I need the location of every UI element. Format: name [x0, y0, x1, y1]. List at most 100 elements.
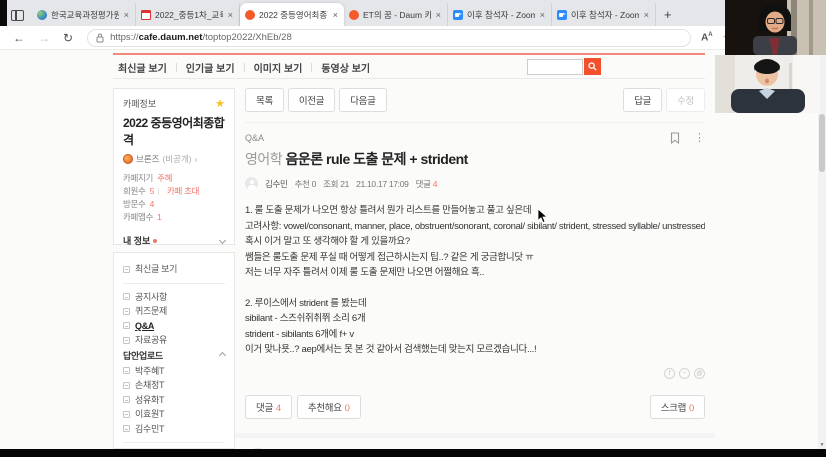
divider [123, 282, 225, 284]
tab-actions-icon[interactable] [11, 10, 24, 21]
refresh-icon[interactable]: ↻ [63, 31, 73, 45]
webcam-video-1[interactable] [725, 0, 826, 55]
bookmark-icon[interactable] [670, 131, 680, 144]
nav-popular-posts[interactable]: 인기글 보기 [186, 60, 235, 75]
board-teacher-3[interactable]: 성유화T [123, 393, 225, 408]
close-tab-icon[interactable]: × [332, 10, 339, 20]
board-notice[interactable]: 공지사항 [123, 290, 225, 305]
cafe-view-nav: 최신글 보기 인기글 보기 이미지 보기 동영상 보기 [118, 58, 705, 77]
more-options-icon[interactable]: ⋮ [694, 131, 705, 144]
comments-button[interactable]: 댓글 4 [245, 394, 292, 419]
like-button[interactable]: 추천해요 0 [296, 394, 361, 419]
browser-tab-bar: 한국교육과정평가원 × 2022_중등1차_교육학 (1).p × 2022 중… [0, 0, 826, 26]
prev-post-button[interactable]: 이전글 [287, 88, 336, 112]
tab-zoom-2[interactable]: 이후 참석자 - Zoom × [552, 3, 656, 26]
board-icon [123, 396, 130, 404]
scroll-down-arrow-icon[interactable]: ▼ [818, 442, 826, 448]
menu-label: 박주혜T [135, 365, 165, 376]
share-link-icon[interactable]: @ [694, 367, 705, 379]
chevron-right-icon[interactable]: › [195, 154, 198, 164]
board-teacher-1[interactable]: 박주혜T [123, 364, 225, 379]
globe-favicon-icon [37, 9, 47, 20]
scrap-button[interactable]: 스크랩 0 [649, 394, 705, 419]
favorite-star-icon[interactable]: ★ [215, 97, 225, 110]
url-field[interactable]: https://cafe.daum.net/toptop2022/XhEb/28 [87, 28, 692, 47]
body-line: 2. 루이스에서 strident 를 봤는데 [245, 297, 367, 309]
tab-et-cafe[interactable]: ET의 꿈 - Daum 카페 × [344, 3, 448, 26]
author-name[interactable]: 김수민 [265, 178, 288, 190]
share-kakao-icon[interactable]: − [679, 367, 690, 379]
close-tab-icon[interactable]: × [643, 10, 650, 20]
comment-meta[interactable]: 댓글 4 [416, 178, 438, 190]
menu-label: 자료공유 [135, 335, 167, 345]
tab-label: ET의 꿈 - Daum 카페 [363, 9, 431, 20]
tab-pdf[interactable]: 2022_중등1차_교육학 (1).p × [136, 3, 240, 26]
cafe-title[interactable]: 2022 중등영어최종합격 [123, 114, 225, 148]
view-meta: 조회 21 [323, 178, 350, 189]
pdf-favicon-icon [141, 9, 151, 20]
forward-icon: → [38, 30, 50, 45]
board-share[interactable]: 자료공유 [123, 333, 225, 348]
body-line: sibilant - 스즈쉬쥐취쮜 소리 6개 [245, 313, 366, 324]
close-tab-icon[interactable]: × [435, 10, 442, 20]
list-button[interactable]: 목록 [245, 88, 284, 112]
tab-label: 이후 참석자 - Zoom [467, 9, 535, 20]
post-toolbar: 목록 이전글 다음글 답글 수정 [245, 88, 705, 112]
owner-label: 카페지기 [123, 173, 154, 183]
webcam-video-2[interactable] [715, 55, 820, 113]
close-tab-icon[interactable]: × [227, 10, 234, 20]
chevron-down-icon [218, 236, 227, 245]
back-icon[interactable]: ← [13, 31, 25, 45]
my-info-label: 내 정보 [123, 236, 151, 246]
menu-label: 최신글 보기 [135, 264, 178, 274]
share-row: f − @ [245, 367, 705, 379]
next-post-button[interactable]: 다음글 [339, 88, 387, 112]
menu-label: 손채정T [135, 380, 165, 390]
close-tab-icon[interactable]: × [123, 10, 130, 20]
letterbox-bottom [0, 449, 826, 457]
author-avatar[interactable] [245, 177, 258, 190]
bronze-medal-icon [123, 154, 133, 164]
board-quiz[interactable]: 퀴즈문제 [123, 304, 225, 319]
reply-button[interactable]: 답글 [623, 88, 663, 112]
cafe-info-card: 카페정보 ★ 2022 중등영어최종합격 브론즈 (비공개) › 카페지기 주혜 … [113, 88, 235, 275]
participant-1 [725, 0, 826, 55]
my-info-toggle[interactable]: 내 정보 [123, 234, 227, 247]
post-actions: 댓글 4 추천해요 0 스크랩 0 [245, 394, 705, 419]
nav-latest-posts[interactable]: 최신글 보기 [118, 60, 167, 75]
search-button[interactable] [584, 58, 601, 75]
tab-kice[interactable]: 한국교육과정평가원 × [32, 3, 136, 26]
close-tab-icon[interactable]: × [539, 10, 546, 20]
board-teacher-2[interactable]: 손채정T [123, 378, 225, 393]
board-qna-active[interactable]: Q&A [123, 319, 225, 334]
board-teacher-5[interactable]: 김수민T [123, 422, 225, 437]
tab-zoom-1[interactable]: 이후 참석자 - Zoom × [448, 3, 552, 26]
board-menu-card: 최신글 보기 공지사항 퀴즈문제 Q&A 자료공유 답안업로드 박주혜T 손채정… [113, 252, 235, 457]
owner-name[interactable]: 주혜 [157, 172, 172, 185]
tab-cafe-active[interactable]: 2022 중등영어최종합격 | 日 × [240, 3, 344, 26]
section-upload[interactable]: 답안업로드 [123, 348, 227, 364]
tab-label: 2022 중등영어최종합격 | 日 [259, 9, 328, 20]
nav-video-view[interactable]: 동영상 보기 [321, 60, 370, 75]
tab-label: 2022_중등1차_교육학 (1).p [155, 9, 223, 20]
member-count: 5 [149, 186, 155, 196]
invite-link[interactable]: 카페 초대 [167, 185, 199, 198]
new-tab-button[interactable]: + [664, 7, 672, 22]
board-teacher-4[interactable]: 이효원T [123, 407, 225, 422]
divider [311, 63, 313, 72]
lock-icon [96, 33, 104, 42]
divider [175, 63, 177, 72]
search-input[interactable] [527, 58, 583, 75]
edit-button: 수정 [666, 88, 705, 112]
menu-recent-posts[interactable]: 최신글 보기 [123, 262, 225, 277]
post-category[interactable]: Q&A [245, 133, 264, 143]
share-facebook-icon[interactable]: f [664, 367, 675, 379]
tab-label: 이후 참석자 - Zoom [571, 9, 639, 20]
scrollbar-thumb[interactable] [819, 114, 825, 172]
screen: 한국교육과정평가원 × 2022_중등1차_교육학 (1).p × 2022 중… [0, 0, 826, 457]
nav-image-view[interactable]: 이미지 보기 [254, 60, 303, 75]
text-size-icon[interactable]: AA [701, 32, 713, 43]
title-text: 음운론 rule 도출 문제 + strident [285, 151, 469, 167]
post-body: 1. 룰 도출 문제가 나오면 항상 틀려서 뭔가 리스트를 만들어놓고 풀고 … [245, 203, 705, 358]
body-line: strident - sibilants 6개에 f+ v [245, 328, 354, 340]
